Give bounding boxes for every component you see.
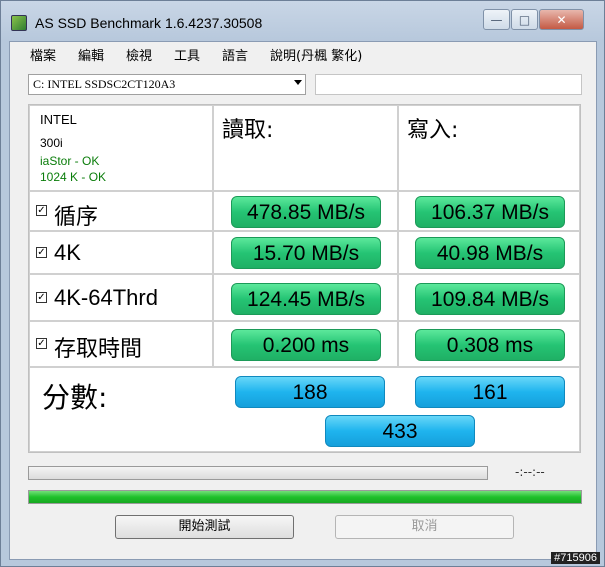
read-column-header: 讀取:	[222, 118, 274, 143]
row-access-read-cell: 0.200 ms	[213, 321, 398, 367]
start-button[interactable]: 開始測試	[115, 515, 294, 539]
elapsed-time: -:--:--	[515, 465, 545, 479]
chevron-down-icon	[294, 80, 302, 85]
minimize-button[interactable]: —	[483, 9, 510, 30]
write-header-cell: 寫入:	[398, 105, 580, 191]
app-icon	[11, 15, 27, 31]
watermark: #715906	[551, 552, 600, 564]
4k64-checkbox[interactable]: ✓	[36, 292, 47, 303]
access-read-result: 0.200 ms	[231, 329, 381, 361]
overall-progress-bar	[28, 490, 582, 504]
row-4k-write-cell: 40.98 MB/s	[398, 231, 580, 274]
seq-checkbox[interactable]: ✓	[36, 205, 47, 216]
drive-info-panel: INTEL 300i iaStor - OK 1024 K - OK	[29, 105, 213, 191]
row-4k64-write-cell: 109.84 MB/s	[398, 274, 580, 321]
client-area: 檔案 編輯 檢視 工具 語言 說明(丹楓 繁化) C: INTEL SSDSC2…	[9, 41, 597, 560]
row-seq-read-cell: 478.85 MB/s	[213, 191, 398, 231]
title-bar[interactable]: AS SSD Benchmark 1.6.4237.30508 — □ ✕	[1, 1, 604, 39]
4k64-label: 4K-64Thrd	[54, 285, 158, 310]
driver-status: iaStor - OK	[40, 154, 100, 168]
access-write-result: 0.308 ms	[415, 329, 565, 361]
overall-progress-fill	[29, 491, 581, 503]
row-4k64-read-cell: 124.45 MB/s	[213, 274, 398, 321]
score-label: 分數:	[42, 381, 108, 414]
row-seq-write-cell: 106.37 MB/s	[398, 191, 580, 231]
maximize-button[interactable]: □	[511, 9, 538, 30]
row-4k64-label-cell: ✓ 4K-64Thrd	[29, 274, 213, 321]
4k-write-result: 40.98 MB/s	[415, 237, 565, 269]
access-time-label: 存取時間	[54, 336, 143, 361]
4k64-write-result: 109.84 MB/s	[415, 283, 565, 315]
menu-edit[interactable]: 編輯	[78, 45, 104, 64]
seq-read-result: 478.85 MB/s	[231, 196, 381, 228]
seq-label: 循序	[54, 204, 99, 229]
4k-read-result: 15.70 MB/s	[231, 237, 381, 269]
row-4k-read-cell: 15.70 MB/s	[213, 231, 398, 274]
write-column-header: 寫入:	[407, 118, 459, 143]
score-panel: 分數: 188 161 433	[29, 367, 580, 452]
menu-help[interactable]: 說明(丹楓 繁化)	[270, 45, 362, 64]
score-total: 433	[325, 415, 475, 447]
window-title: AS SSD Benchmark 1.6.4237.30508	[35, 15, 263, 31]
test-progress-bar	[28, 466, 488, 480]
access-time-checkbox[interactable]: ✓	[36, 338, 47, 349]
score-read: 188	[235, 376, 385, 408]
drive-firmware: 300i	[40, 136, 63, 150]
read-header-cell: 讀取:	[213, 105, 398, 191]
seq-write-result: 106.37 MB/s	[415, 196, 565, 228]
extra-field	[315, 74, 582, 95]
menu-tools[interactable]: 工具	[174, 45, 200, 64]
row-access-label-cell: ✓ 存取時間	[29, 321, 213, 367]
cancel-button[interactable]: 取消	[335, 515, 514, 539]
menu-file[interactable]: 檔案	[30, 45, 56, 64]
alignment-status: 1024 K - OK	[40, 170, 107, 184]
4k-checkbox[interactable]: ✓	[36, 247, 47, 258]
drive-select-value: C: INTEL SSDSC2CT120A3	[33, 77, 176, 91]
close-button[interactable]: ✕	[539, 9, 584, 30]
drive-vendor: INTEL	[40, 112, 77, 127]
drive-select[interactable]: C: INTEL SSDSC2CT120A3	[28, 74, 306, 95]
row-4k-label-cell: ✓ 4K	[29, 231, 213, 274]
menu-language[interactable]: 語言	[222, 45, 248, 64]
results-grid: INTEL 300i iaStor - OK 1024 K - OK 讀取: 寫…	[28, 104, 581, 453]
menu-bar: 檔案 編輯 檢視 工具 語言 說明(丹楓 繁化)	[10, 42, 596, 64]
row-seq-label-cell: ✓ 循序	[29, 191, 213, 231]
app-window: AS SSD Benchmark 1.6.4237.30508 — □ ✕ 檔案…	[0, 0, 605, 567]
4k64-read-result: 124.45 MB/s	[231, 283, 381, 315]
menu-view[interactable]: 檢視	[126, 45, 152, 64]
4k-label: 4K	[54, 240, 81, 265]
score-write: 161	[415, 376, 565, 408]
row-access-write-cell: 0.308 ms	[398, 321, 580, 367]
